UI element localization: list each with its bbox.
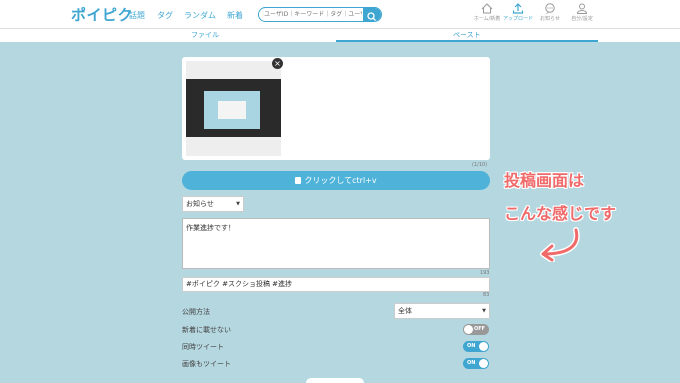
user-icon: [576, 3, 588, 14]
search-icon: [367, 12, 376, 21]
visibility-value: 全体: [398, 307, 412, 315]
arrow-annotation-icon: [540, 227, 580, 262]
annotation-line-2: こんな感じです: [504, 204, 617, 223]
nav-new[interactable]: 新着: [227, 10, 243, 21]
user-button[interactable]: 自分/設定: [561, 3, 603, 22]
toggle-state: ON: [467, 360, 476, 366]
search-button[interactable]: [363, 8, 381, 21]
tab-paste[interactable]: ペースト: [453, 30, 481, 40]
visibility-label: 公開方法: [182, 308, 210, 316]
paste-button-label: クリックしてctrl+v: [304, 176, 377, 185]
option-no-new-label: 新着に載せない: [182, 326, 231, 334]
category-select[interactable]: お知らせ ▼: [182, 196, 244, 212]
description-counter: 193: [480, 270, 490, 276]
home-icon: [481, 3, 493, 14]
clipboard-icon: [295, 177, 302, 184]
tags-input[interactable]: #ポイピク #スクショ投稿 #進捗: [182, 277, 490, 292]
chevron-down-icon: ▼: [482, 308, 486, 314]
tweet-image-toggle[interactable]: ON: [463, 358, 489, 369]
image-thumbnail: [186, 61, 281, 156]
active-tab-indicator: [336, 40, 598, 42]
no-new-toggle[interactable]: OFF: [463, 324, 489, 335]
image-counter: (1/10): [472, 162, 488, 168]
user-label: 自分/設定: [571, 16, 593, 22]
thumbnail-screenshot: [186, 79, 281, 137]
description-input[interactable]: 作業進捗です！: [182, 218, 490, 269]
image-upload-area[interactable]: [182, 57, 490, 160]
search-input[interactable]: [264, 9, 362, 20]
chevron-down-icon: ▼: [236, 201, 240, 207]
close-icon: ×: [274, 59, 281, 68]
nav-random[interactable]: ランダム: [184, 10, 216, 21]
top-header: ポイピク 話題 タグ ランダム 新着 ホーム/新着 アップロード お知らせ: [0, 0, 680, 28]
upload-icon: [512, 3, 524, 14]
site-logo[interactable]: ポイピク: [71, 4, 133, 25]
annotation-line-1: 投稿画面は: [504, 171, 585, 190]
toggle-state: OFF: [474, 326, 486, 332]
notification-icon: [545, 3, 555, 14]
tab-file[interactable]: ファイル: [191, 30, 219, 40]
option-tweet-label: 同時ツイート: [182, 343, 224, 351]
nav-trending[interactable]: 話題: [129, 10, 145, 21]
tags-counter: 83: [483, 292, 490, 298]
category-value: お知らせ: [186, 200, 214, 208]
option-tweet-image-label: 画像もツイート: [182, 360, 231, 368]
paste-button[interactable]: クリックしてctrl+v: [182, 171, 490, 190]
search-bar: [258, 7, 382, 22]
tweet-toggle[interactable]: ON: [463, 341, 489, 352]
submit-button[interactable]: [306, 378, 364, 383]
nav-tags[interactable]: タグ: [157, 10, 173, 21]
tags-text: #ポイピク #スクショ投稿 #進捗: [186, 280, 293, 288]
toggle-state: ON: [467, 343, 476, 349]
visibility-select[interactable]: 全体 ▼: [394, 303, 490, 319]
remove-image-button[interactable]: ×: [272, 58, 283, 69]
description-text: 作業進捗です！: [186, 224, 235, 232]
